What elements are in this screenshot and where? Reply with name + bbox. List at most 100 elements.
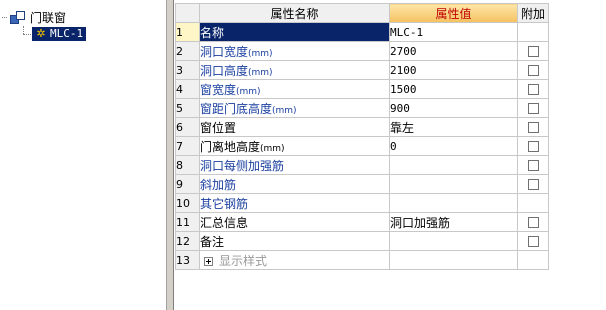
row-number: 10 [175,193,200,213]
property-row[interactable]: 1 名称 MLC-1 [175,22,549,42]
property-name-text: 其它钢筋 [200,196,249,211]
expand-plus-icon[interactable] [204,256,213,266]
component-gear-icon: ✲ [36,27,46,40]
property-table: 属性名称 属性值 附加 1 名称 MLC-1 2 洞口宽度(mm) 2700 3 洞口高度(m… [175,3,549,270]
property-name[interactable]: 其它钢筋 [199,193,390,213]
pane-splitter[interactable] [166,0,174,310]
property-value[interactable]: 2700 [389,41,518,61]
extra-cell [517,250,549,270]
extra-cell [517,212,549,232]
property-value[interactable]: 2100 [389,60,518,80]
property-grid: 属性名称 属性值 附加 1 名称 MLC-1 2 洞口宽度(mm) 2700 3 洞口高度(m… [175,0,606,310]
component-group-icon [10,11,26,25]
tree-node-root[interactable]: 门联窗 [2,10,66,26]
row-number: 5 [175,98,200,118]
property-unit: (mm) [272,105,297,116]
row-number: 2 [175,41,200,61]
property-name-text: 洞口高度 [200,63,249,78]
property-row[interactable]: 4 窗宽度(mm) 1500 [175,79,549,99]
extra-checkbox[interactable] [527,236,539,247]
row-number: 11 [175,212,200,232]
extra-checkbox[interactable] [527,65,539,76]
property-value-header[interactable]: 属性值 [389,3,518,23]
row-number: 13 [175,250,200,270]
extra-cell [517,193,549,213]
property-value[interactable]: MLC-1 [389,22,518,42]
property-name[interactable]: 洞口每侧加强筋 [199,155,390,175]
tree-pane: 门联窗 ✲ MLC-1 [0,0,166,310]
property-name-text: 备注 [200,234,225,249]
property-row[interactable]: 13 显示样式 [175,250,549,270]
property-name[interactable]: 名称 [199,22,390,42]
extra-cell [517,22,549,42]
extra-checkbox[interactable] [527,84,539,95]
row-number: 8 [175,155,200,175]
row-number: 6 [175,117,200,137]
extra-cell [517,79,549,99]
property-row[interactable]: 12 备注 [175,231,549,251]
property-value[interactable] [389,155,518,175]
property-value[interactable]: 洞口加强筋 [389,212,518,232]
property-name[interactable]: 汇总信息 [199,212,390,232]
property-name-text: 名称 [200,25,225,40]
property-name[interactable]: 洞口宽度(mm) [199,41,390,61]
tree-connector [2,17,7,19]
property-value[interactable] [389,231,518,251]
property-value[interactable] [389,193,518,213]
property-row[interactable]: 6 窗位置 靠左 [175,117,549,137]
property-name-text: 斜加筋 [200,177,237,192]
row-number: 12 [175,231,200,251]
property-row[interactable]: 2 洞口宽度(mm) 2700 [175,41,549,61]
property-name[interactable]: 门离地高度(mm) [199,136,390,156]
extra-cell [517,41,549,61]
property-name-text: 汇总信息 [200,215,249,230]
row-number: 9 [175,174,200,194]
property-value[interactable] [389,250,518,270]
property-name-text: 门离地高度 [200,139,261,154]
extra-header[interactable]: 附加 [517,3,549,23]
property-name-text: 窗位置 [200,120,237,135]
row-number: 1 [175,22,200,42]
property-row[interactable]: 11 汇总信息 洞口加强筋 [175,212,549,232]
property-name[interactable]: 窗距门底高度(mm) [199,98,390,118]
property-name-text: 洞口宽度 [200,44,249,59]
extra-checkbox[interactable] [527,141,539,152]
row-number: 3 [175,60,200,80]
property-name-text: 洞口每侧加强筋 [200,158,285,173]
property-name[interactable]: 窗位置 [199,117,390,137]
property-value[interactable]: 900 [389,98,518,118]
extra-cell [517,98,549,118]
property-unit: (mm) [260,143,285,154]
property-name-text: 窗距门底高度 [200,101,273,116]
property-row[interactable]: 5 窗距门底高度(mm) 900 [175,98,549,118]
property-value[interactable] [389,174,518,194]
row-number-header [175,3,200,23]
extra-cell [517,117,549,137]
extra-checkbox[interactable] [527,179,539,190]
property-name[interactable]: 备注 [199,231,390,251]
extra-checkbox[interactable] [527,217,539,228]
property-value[interactable]: 1500 [389,79,518,99]
property-value[interactable]: 0 [389,136,518,156]
property-name-header[interactable]: 属性名称 [199,3,390,23]
property-name[interactable]: 斜加筋 [199,174,390,194]
tree-node-child[interactable]: ✲ MLC-1 [22,26,87,42]
tree-root-label: 门联窗 [30,11,67,25]
property-row[interactable]: 8 洞口每侧加强筋 [175,155,549,175]
property-row[interactable]: 10 其它钢筋 [175,193,549,213]
extra-cell [517,155,549,175]
extra-checkbox[interactable] [527,46,539,57]
property-name[interactable]: 显示样式 [199,250,390,270]
property-name[interactable]: 洞口高度(mm) [199,60,390,80]
property-row[interactable]: 7 门离地高度(mm) 0 [175,136,549,156]
property-row[interactable]: 3 洞口高度(mm) 2100 [175,60,549,80]
extra-checkbox[interactable] [527,103,539,114]
property-name[interactable]: 窗宽度(mm) [199,79,390,99]
property-row[interactable]: 9 斜加筋 [175,174,549,194]
grid-header-row: 属性名称 属性值 附加 [175,3,549,23]
extra-checkbox[interactable] [527,160,539,171]
tree-node-selected[interactable]: ✲ MLC-1 [32,27,87,41]
extra-checkbox[interactable] [527,122,539,133]
row-number: 4 [175,79,200,99]
property-value[interactable]: 靠左 [389,117,518,137]
